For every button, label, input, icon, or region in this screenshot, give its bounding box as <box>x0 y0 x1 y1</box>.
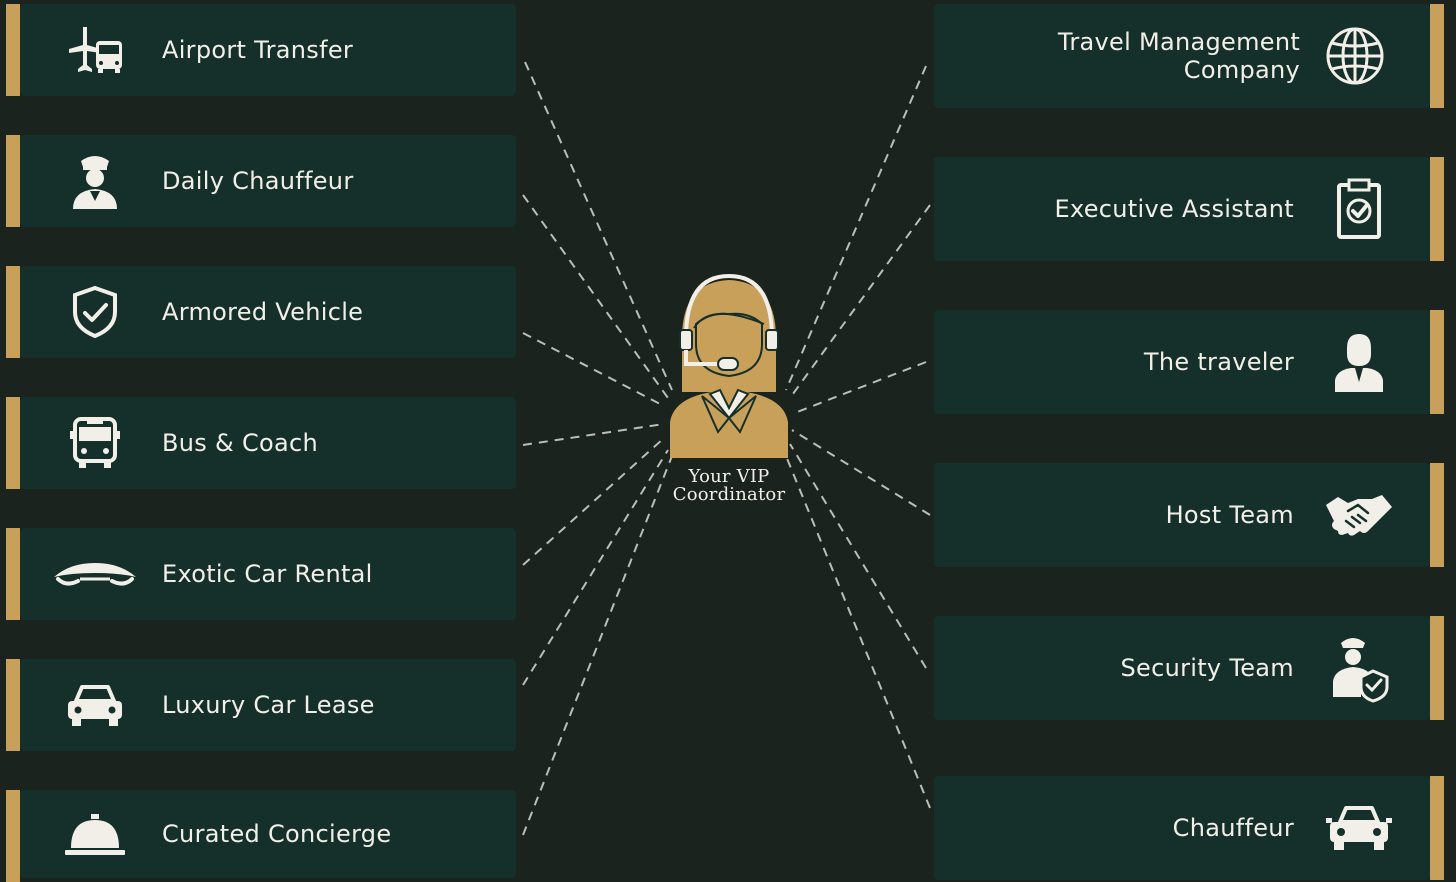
car-icon <box>40 675 150 735</box>
right-item-host-team[interactable]: Host Team <box>934 463 1430 567</box>
center-label-line2: Coordinator <box>672 484 786 505</box>
accent-bar <box>6 266 20 358</box>
left-item-luxury-car-lease[interactable]: Luxury Car Lease <box>20 659 516 751</box>
car-front-icon <box>1324 793 1394 863</box>
chauffeur-icon <box>40 151 150 211</box>
right-item-executive-assistant[interactable]: Executive Assistant <box>934 157 1430 261</box>
accent-bar <box>1430 616 1444 720</box>
accent-bar <box>1430 776 1444 880</box>
shield-check-icon <box>40 282 150 342</box>
left-item-bus-coach[interactable]: Bus & Coach <box>20 397 516 489</box>
person-icon <box>1324 327 1394 397</box>
accent-bar <box>1430 157 1444 261</box>
left-item-airport-transfer[interactable]: Airport Transfer <box>20 4 516 96</box>
left-item-label: Armored Vehicle <box>162 298 364 326</box>
left-item-label: Curated Concierge <box>162 820 392 848</box>
clipboard-check-icon <box>1324 174 1394 244</box>
right-item-travel-management-company[interactable]: Travel Management Company <box>934 4 1430 108</box>
accent-bar <box>6 659 20 751</box>
left-item-label: Bus & Coach <box>162 429 319 457</box>
accent-bar <box>1430 310 1444 414</box>
accent-bar <box>6 135 20 227</box>
accent-bar <box>6 397 20 489</box>
right-item-label: Security Team <box>1120 654 1294 682</box>
left-item-armored-vehicle[interactable]: Armored Vehicle <box>20 266 516 358</box>
accent-bar <box>6 4 20 96</box>
globe-icon <box>1320 21 1390 91</box>
right-item-label: The traveler <box>1143 348 1294 376</box>
bus-icon <box>40 413 150 473</box>
right-item-label: Chauffeur <box>1172 814 1294 842</box>
plane-bus-icon <box>40 20 150 80</box>
right-item-chauffeur[interactable]: Chauffeur <box>934 776 1430 880</box>
service-bell-icon <box>40 804 150 864</box>
accent-bar <box>1430 463 1444 567</box>
vip-coordinator: Your VIP Coordinator <box>660 272 798 504</box>
left-item-curated-concierge[interactable]: Curated Concierge <box>20 790 516 878</box>
right-item-label: Host Team <box>1165 501 1294 529</box>
accent-bar <box>6 790 20 882</box>
accent-bar <box>1430 4 1444 108</box>
right-item-label: Executive Assistant <box>1054 195 1294 223</box>
handshake-icon <box>1324 480 1394 550</box>
sports-car-icon <box>40 544 150 604</box>
accent-bar <box>6 528 20 620</box>
right-item-the-traveler[interactable]: The traveler <box>934 310 1430 414</box>
right-item-security-team[interactable]: Security Team <box>934 616 1430 720</box>
left-item-label: Exotic Car Rental <box>162 560 373 588</box>
left-item-label: Airport Transfer <box>162 36 354 64</box>
left-item-daily-chauffeur[interactable]: Daily Chauffeur <box>20 135 516 227</box>
left-item-label: Luxury Car Lease <box>162 691 375 719</box>
left-item-exotic-car-rental[interactable]: Exotic Car Rental <box>20 528 516 620</box>
right-item-label: Travel Management Company <box>1057 28 1301 84</box>
left-item-label: Daily Chauffeur <box>162 167 354 195</box>
headset-agent-icon <box>670 273 788 458</box>
security-guard-icon <box>1324 633 1394 703</box>
